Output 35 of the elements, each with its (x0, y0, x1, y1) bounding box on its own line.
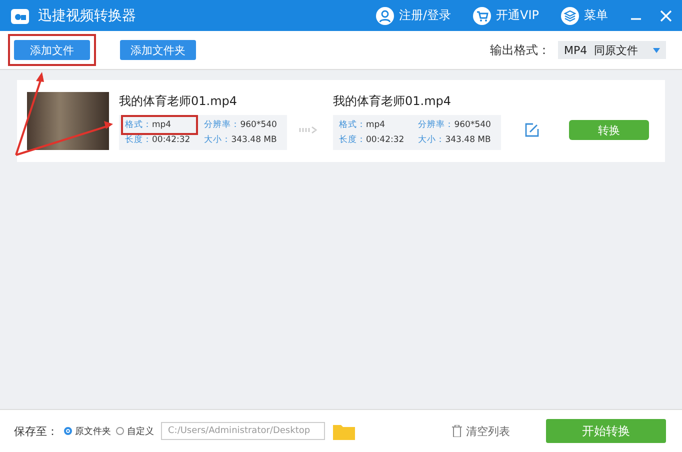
header-link[interactable]: 注册/登录 (376, 6, 452, 24)
path-field[interactable]: C:/Users/Administrator/Desktop (161, 422, 325, 440)
info-text: 分辨率：960*540 (204, 118, 278, 130)
add-folder-button[interactable]: 添加文件夹 (120, 40, 196, 60)
info-text: 长度：00:42:32 (125, 134, 192, 146)
cart-icon (473, 6, 492, 24)
info-text: 大小：343.48 MB (418, 134, 492, 146)
save-to-label: 保存至： (14, 424, 58, 438)
close-icon[interactable] (660, 10, 672, 22)
file-name: 我的体育老师01.mp4 (119, 92, 238, 110)
info-text: 分辨率：960*540 (418, 118, 492, 130)
edit-icon[interactable] (525, 123, 539, 137)
user-icon (376, 6, 394, 24)
info-text: 长度：00:42:32 (339, 134, 406, 146)
trash-icon (452, 425, 462, 437)
header-link[interactable]: 开通VIP (473, 6, 539, 24)
arrow-icon (299, 126, 319, 134)
file-name: 我的体育老师01.mp4 (333, 92, 452, 110)
window-title: 迅捷视频转换器 (38, 6, 137, 24)
caret-icon (653, 48, 660, 52)
radio-label: 自定义 (127, 426, 154, 438)
start-convert-button[interactable]: 开始转换 (546, 419, 666, 443)
add-file-button[interactable]: 添加文件 (14, 40, 90, 60)
radio-label: 原文件夹 (75, 426, 111, 438)
output-format-label: 输出格式： (490, 42, 550, 58)
radio-button[interactable] (116, 427, 124, 435)
app-logo-icon (10, 6, 30, 24)
info-text: 格式：mp4 (339, 118, 386, 130)
radio-button[interactable] (64, 427, 72, 435)
convert-button[interactable]: 转换 (569, 120, 649, 140)
clear-list-button[interactable]: 清空列表 (452, 424, 510, 438)
layers-icon (561, 6, 579, 24)
info-text: 大小：343.48 MB (204, 134, 278, 146)
output-format-dropdown[interactable]: MP4 同原文件 (558, 41, 666, 59)
header-link[interactable]: 菜单 (561, 6, 608, 24)
